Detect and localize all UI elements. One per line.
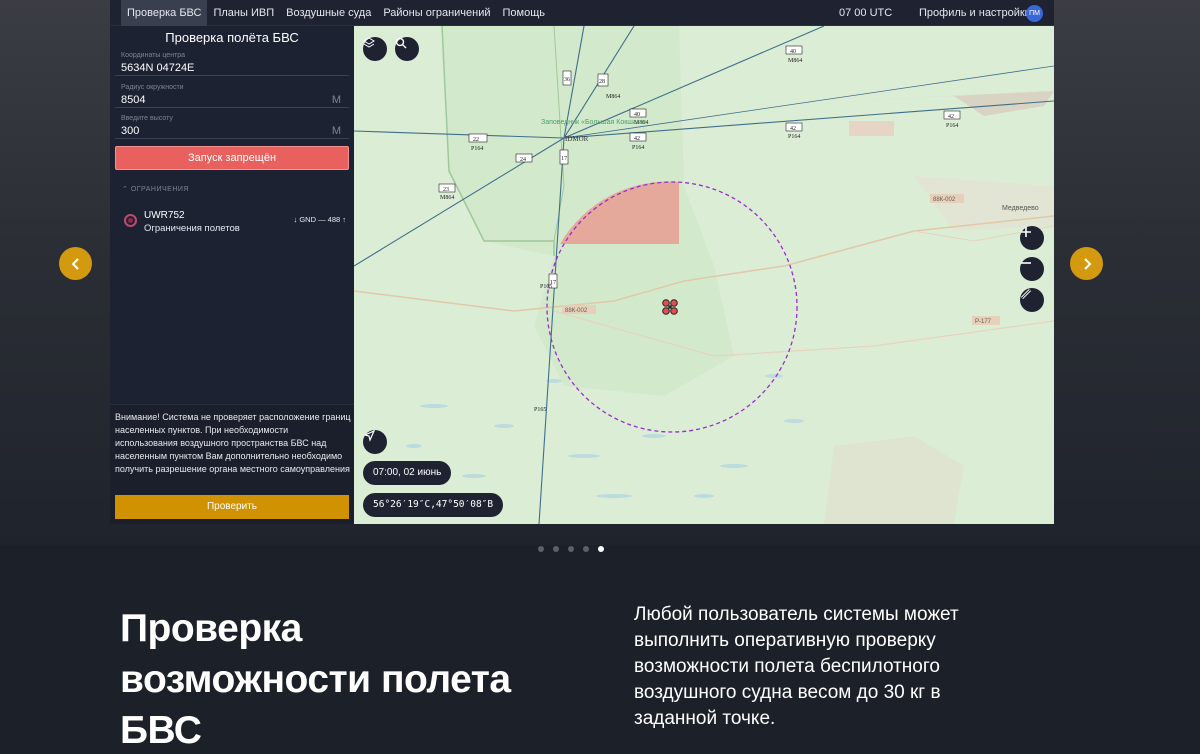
carousel-dots: [538, 546, 604, 552]
restriction-code: UWR752: [144, 210, 185, 221]
time-pill[interactable]: 07:00, 02 июнь: [363, 461, 452, 485]
nav-item-plans[interactable]: Планы ИВП: [207, 0, 280, 26]
field-label: Координаты центра: [121, 52, 186, 59]
zoom-out-button[interactable]: [1020, 257, 1044, 281]
nav-item-check[interactable]: Проверка БВС: [121, 0, 208, 26]
route-marker-label: 24: [520, 157, 526, 163]
route-marker-label: М864: [440, 195, 454, 201]
route-marker-label: 23: [443, 187, 449, 193]
ruler-icon: [1020, 288, 1032, 300]
launch-forbidden-button[interactable]: Запуск запрещён: [115, 146, 349, 170]
carousel-next-button[interactable]: [1070, 247, 1103, 280]
check-button[interactable]: Проверить: [115, 495, 349, 519]
field-label: Радиус окружности: [121, 84, 184, 91]
route-marker-label: 42: [790, 126, 796, 132]
route-marker-label: 40: [790, 49, 796, 55]
route-marker-label: Р165: [534, 407, 546, 413]
minus-icon: [1021, 262, 1031, 264]
altitude-field[interactable]: Введите высоту 300 М: [115, 113, 349, 139]
route-marker-label: 42: [948, 114, 954, 120]
route-marker-label: 28: [599, 79, 605, 85]
carousel-dot-active[interactable]: [598, 546, 604, 552]
route-marker-label: 17: [561, 156, 567, 162]
route-marker-label: М864: [606, 94, 620, 100]
restriction-desc: Ограничения полетов: [144, 223, 240, 234]
road-label: Р-177: [975, 319, 992, 325]
search-button[interactable]: [395, 37, 419, 61]
center-coords-field[interactable]: Координаты центра 5634N 04724E: [115, 50, 349, 76]
settlement: [849, 121, 894, 136]
restriction-zone-icon: [124, 214, 137, 227]
warning-box: Внимание! Система не проверяет расположе…: [110, 404, 354, 524]
panel-title: Проверка полёта БВС: [165, 30, 299, 45]
carousel-dot[interactable]: [583, 546, 589, 552]
route-marker-label: Р164: [788, 134, 800, 140]
waypoint-label: IDMOR: [565, 135, 589, 143]
route-marker-label: 40: [634, 112, 640, 118]
chevron-left-icon: [71, 257, 79, 270]
carousel-dot[interactable]: [538, 546, 544, 552]
carousel-dot[interactable]: [568, 546, 574, 552]
road-label: 88К-002: [565, 308, 588, 314]
field-value: 5634N 04724E: [121, 62, 195, 74]
restrictions-header-label: ОГРАНИЧЕНИЯ: [130, 186, 189, 193]
reserve-label: Заповедник «Большая Кокшага»: [541, 119, 647, 126]
map-view[interactable]: 22 Р164 24 23 М864 40 М864 42 Р164 42 Р1…: [354, 26, 1054, 524]
restriction-altitude: ↓ GND — 488 ↑: [293, 215, 346, 224]
coords-pill: 56°26′19″С,47°50′08″В: [363, 493, 504, 517]
field-value: 8504: [121, 94, 146, 106]
restriction-item[interactable]: UWR752 Ограничения полетов ↓ GND — 488 ↑: [124, 209, 350, 237]
town-label: Медведево: [1002, 205, 1039, 212]
layers-icon: [363, 37, 375, 48]
nav-item-help[interactable]: Помощь: [497, 0, 552, 26]
restrictions-header[interactable]: ⌃ ОГРАНИЧЕНИЯ: [122, 185, 189, 193]
avatar[interactable]: ПМ: [1026, 5, 1043, 22]
search-icon: [395, 37, 407, 49]
route-marker-label: Р164: [471, 146, 483, 152]
zoom-in-button[interactable]: [1020, 226, 1044, 250]
route-marker-label: 36: [564, 77, 570, 83]
carousel-prev-button[interactable]: [59, 247, 92, 280]
chevron-up-icon: ⌃: [122, 186, 131, 193]
field-value: 300: [121, 125, 140, 137]
field-label: Введите высоту: [121, 115, 173, 122]
route-marker-label: Р164: [632, 145, 644, 151]
section-headline: Проверка возможности полета БВС: [120, 607, 511, 752]
carousel-dot[interactable]: [553, 546, 559, 552]
nav-item-restrictions[interactable]: Районы ограничений: [377, 0, 496, 26]
layers-button[interactable]: [363, 37, 387, 61]
field-unit: М: [331, 125, 341, 137]
section-description: Любой пользователь системы может выполни…: [634, 604, 959, 729]
field-unit: М: [331, 94, 341, 106]
route-marker-label: 22: [473, 137, 479, 143]
route-marker-label: М864: [788, 58, 802, 64]
route-marker-label: Р164: [946, 123, 958, 129]
chevron-right-icon: [1083, 257, 1091, 270]
radius-field[interactable]: Радиус окружности 8504 М: [115, 82, 349, 108]
profile-link[interactable]: Профиль и настройки: [919, 0, 1031, 26]
road-label: 88К-002: [933, 197, 956, 203]
warning-text: Внимание! Система не проверяет расположе…: [115, 412, 351, 474]
navigation-arrow-icon: [363, 430, 375, 442]
plus-icon: [1021, 227, 1031, 237]
app-screenshot: Проверка БВС Планы ИВП Воздушные суда Ра…: [110, 0, 1054, 524]
route-marker-label: Р165: [540, 284, 552, 290]
ruler-button[interactable]: [1020, 288, 1044, 312]
check-panel: Проверка полёта БВС Координаты центра 56…: [110, 26, 354, 524]
map-canvas: 22 Р164 24 23 М864 40 М864 42 Р164 42 Р1…: [354, 26, 1054, 524]
utc-time: 07 00 UTC: [839, 7, 893, 19]
nav-item-aircraft[interactable]: Воздушные суда: [280, 0, 377, 26]
top-nav: Проверка БВС Планы ИВП Воздушные суда Ра…: [110, 0, 1054, 26]
route-marker-label: 42: [634, 136, 640, 142]
locate-button[interactable]: [363, 430, 387, 454]
